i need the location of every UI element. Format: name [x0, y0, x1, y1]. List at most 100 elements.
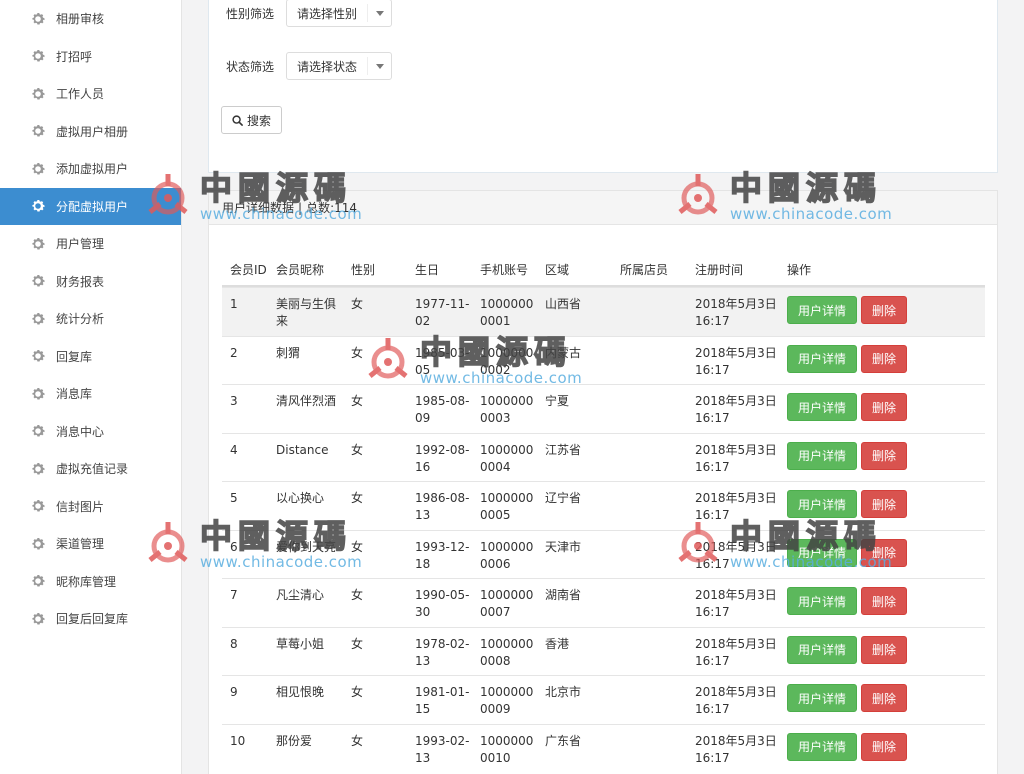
- sidebar-item-2[interactable]: 工作人员: [0, 75, 181, 113]
- sidebar-item-0[interactable]: 相册审核: [0, 0, 181, 38]
- delete-button[interactable]: 删除: [861, 732, 907, 761]
- user-detail-button[interactable]: 用户详情: [787, 441, 857, 470]
- sidebar-item-15[interactable]: 昵称库管理: [0, 563, 181, 601]
- cell-birth: 1986-08-13: [415, 491, 470, 522]
- user-detail-button[interactable]: 用户详情: [787, 684, 857, 712]
- gender-select[interactable]: 请选择性别: [286, 0, 392, 27]
- user-detail-button[interactable]: 用户详情: [787, 490, 857, 518]
- gear-icon: [30, 386, 46, 402]
- user-table: 会员ID 会员昵称 性别 生日 手机账号 区域 所属店员 注册时间 操作 1 美…: [222, 249, 985, 772]
- delete-button[interactable]: 删除: [861, 441, 907, 470]
- cell-store: [612, 733, 687, 773]
- cell-store: [612, 490, 687, 530]
- sidebar-item-1[interactable]: 打招呼: [0, 38, 181, 76]
- col-header-op: 操作: [787, 263, 812, 277]
- sidebar-item-11[interactable]: 消息中心: [0, 413, 181, 451]
- sidebar-item-label: 虚拟用户相册: [56, 124, 129, 139]
- gear-icon: [30, 123, 46, 139]
- cell-region: 江苏省: [545, 442, 582, 457]
- sidebar-item-13[interactable]: 信封图片: [0, 488, 181, 526]
- cell-phone: 10000000010: [480, 733, 534, 765]
- col-header-phone: 手机账号: [480, 263, 529, 277]
- cell-birth: 1993-02-13: [415, 733, 470, 765]
- sidebar-item-3[interactable]: 虚拟用户相册: [0, 113, 181, 151]
- sidebar-item-label: 回复库: [56, 349, 93, 364]
- sidebar-item-14[interactable]: 渠道管理: [0, 525, 181, 563]
- cell-id: 7: [230, 588, 238, 602]
- delete-button[interactable]: 删除: [861, 538, 907, 567]
- cell-reg-time: 2018年5月3日 16:17: [695, 733, 777, 765]
- cell-phone: 10000000003: [480, 394, 534, 425]
- cell-birth: 1985-03-05: [415, 345, 470, 377]
- delete-button[interactable]: 删除: [861, 344, 907, 373]
- search-button[interactable]: 搜索: [221, 106, 282, 134]
- cell-sex: 女: [351, 491, 364, 505]
- cell-phone: 10000000009: [480, 685, 534, 716]
- col-header-region: 区域: [545, 263, 570, 277]
- sidebar-item-12[interactable]: 虚拟充值记录: [0, 450, 181, 488]
- sidebar-item-7[interactable]: 财务报表: [0, 263, 181, 301]
- table-row: 8 草莓小姐 女 1978-02-13 10000000008 香港 2018年…: [222, 626, 985, 676]
- status-filter-label: 状态筛选: [226, 59, 275, 74]
- cell-actions: 用户详情 删除: [781, 393, 981, 433]
- sidebar-item-6[interactable]: 用户管理: [0, 225, 181, 263]
- user-detail-button[interactable]: 用户详情: [787, 732, 857, 761]
- cell-phone: 10000000001: [480, 297, 534, 328]
- delete-button[interactable]: 删除: [861, 684, 907, 712]
- search-button-label: 搜索: [246, 113, 271, 128]
- sidebar-item-label: 消息中心: [56, 424, 105, 439]
- sidebar-item-16[interactable]: 回复后回复库: [0, 600, 181, 638]
- delete-button[interactable]: 删除: [861, 587, 907, 615]
- cell-id: 3: [230, 394, 238, 408]
- cell-actions: 用户详情 删除: [781, 684, 981, 724]
- cell-birth: 1985-08-09: [415, 394, 470, 425]
- delete-button[interactable]: 删除: [861, 393, 907, 421]
- cell-sex: 女: [351, 442, 364, 457]
- cell-nick: 相见恨晚: [276, 685, 325, 699]
- user-detail-button[interactable]: 用户详情: [787, 344, 857, 373]
- gear-icon: [30, 311, 46, 327]
- chevron-down-icon: [367, 57, 391, 75]
- cell-nick: 清风伴烈酒: [276, 394, 337, 408]
- cell-sex: 女: [351, 588, 364, 602]
- delete-button[interactable]: 删除: [861, 296, 907, 324]
- cell-store: [612, 684, 687, 724]
- search-icon: [232, 114, 243, 126]
- table-row: 10 那份爱 女 1993-02-13 10000000010 广东省 2018…: [222, 723, 985, 773]
- cell-birth: 1990-05-30: [415, 588, 470, 619]
- cell-sex: 女: [351, 685, 364, 699]
- gear-icon: [30, 348, 46, 364]
- delete-button[interactable]: 删除: [861, 635, 907, 664]
- user-detail-button[interactable]: 用户详情: [787, 587, 857, 615]
- gender-select-value: 请选择性别: [297, 6, 358, 21]
- sidebar-item-label: 用户管理: [56, 237, 105, 252]
- sidebar-item-5[interactable]: 分配虚拟用户: [0, 187, 181, 225]
- user-detail-button[interactable]: 用户详情: [787, 296, 857, 324]
- cell-store: [612, 296, 687, 336]
- cell-sex: 女: [351, 733, 364, 748]
- sidebar-item-9[interactable]: 回复库: [0, 338, 181, 376]
- cell-reg-time: 2018年5月3日 16:17: [695, 588, 777, 619]
- heading-separator: |: [298, 200, 303, 215]
- status-select[interactable]: 请选择状态: [286, 52, 392, 80]
- sidebar-item-10[interactable]: 消息库: [0, 375, 181, 413]
- sidebar-item-label: 渠道管理: [56, 537, 105, 552]
- user-detail-button[interactable]: 用户详情: [787, 635, 857, 664]
- col-header-nick: 会员昵称: [276, 263, 325, 277]
- sidebar-item-4[interactable]: 添加虚拟用户: [0, 150, 181, 188]
- cell-nick: 草莓小姐: [276, 636, 325, 651]
- cell-reg-time: 2018年5月3日 16:17: [695, 297, 777, 328]
- user-detail-button[interactable]: 用户详情: [787, 538, 857, 567]
- user-detail-button[interactable]: 用户详情: [787, 393, 857, 421]
- delete-button[interactable]: 删除: [861, 490, 907, 518]
- sidebar-item-8[interactable]: 统计分析: [0, 300, 181, 338]
- cell-id: 4: [230, 442, 238, 457]
- status-select-value: 请选择状态: [297, 59, 358, 74]
- table-row: 6 爱你到天亮 女 1993-12-18 10000000006 天津市 201…: [222, 529, 985, 579]
- gear-icon: [30, 11, 46, 27]
- gear-icon: [30, 423, 46, 439]
- cell-phone: 10000000007: [480, 588, 534, 619]
- cell-nick: 以心换心: [276, 491, 325, 505]
- gear-icon: [30, 611, 46, 627]
- table-row: 1 美丽与生俱来 女 1977-11-02 10000000001 山西省 20…: [222, 287, 985, 336]
